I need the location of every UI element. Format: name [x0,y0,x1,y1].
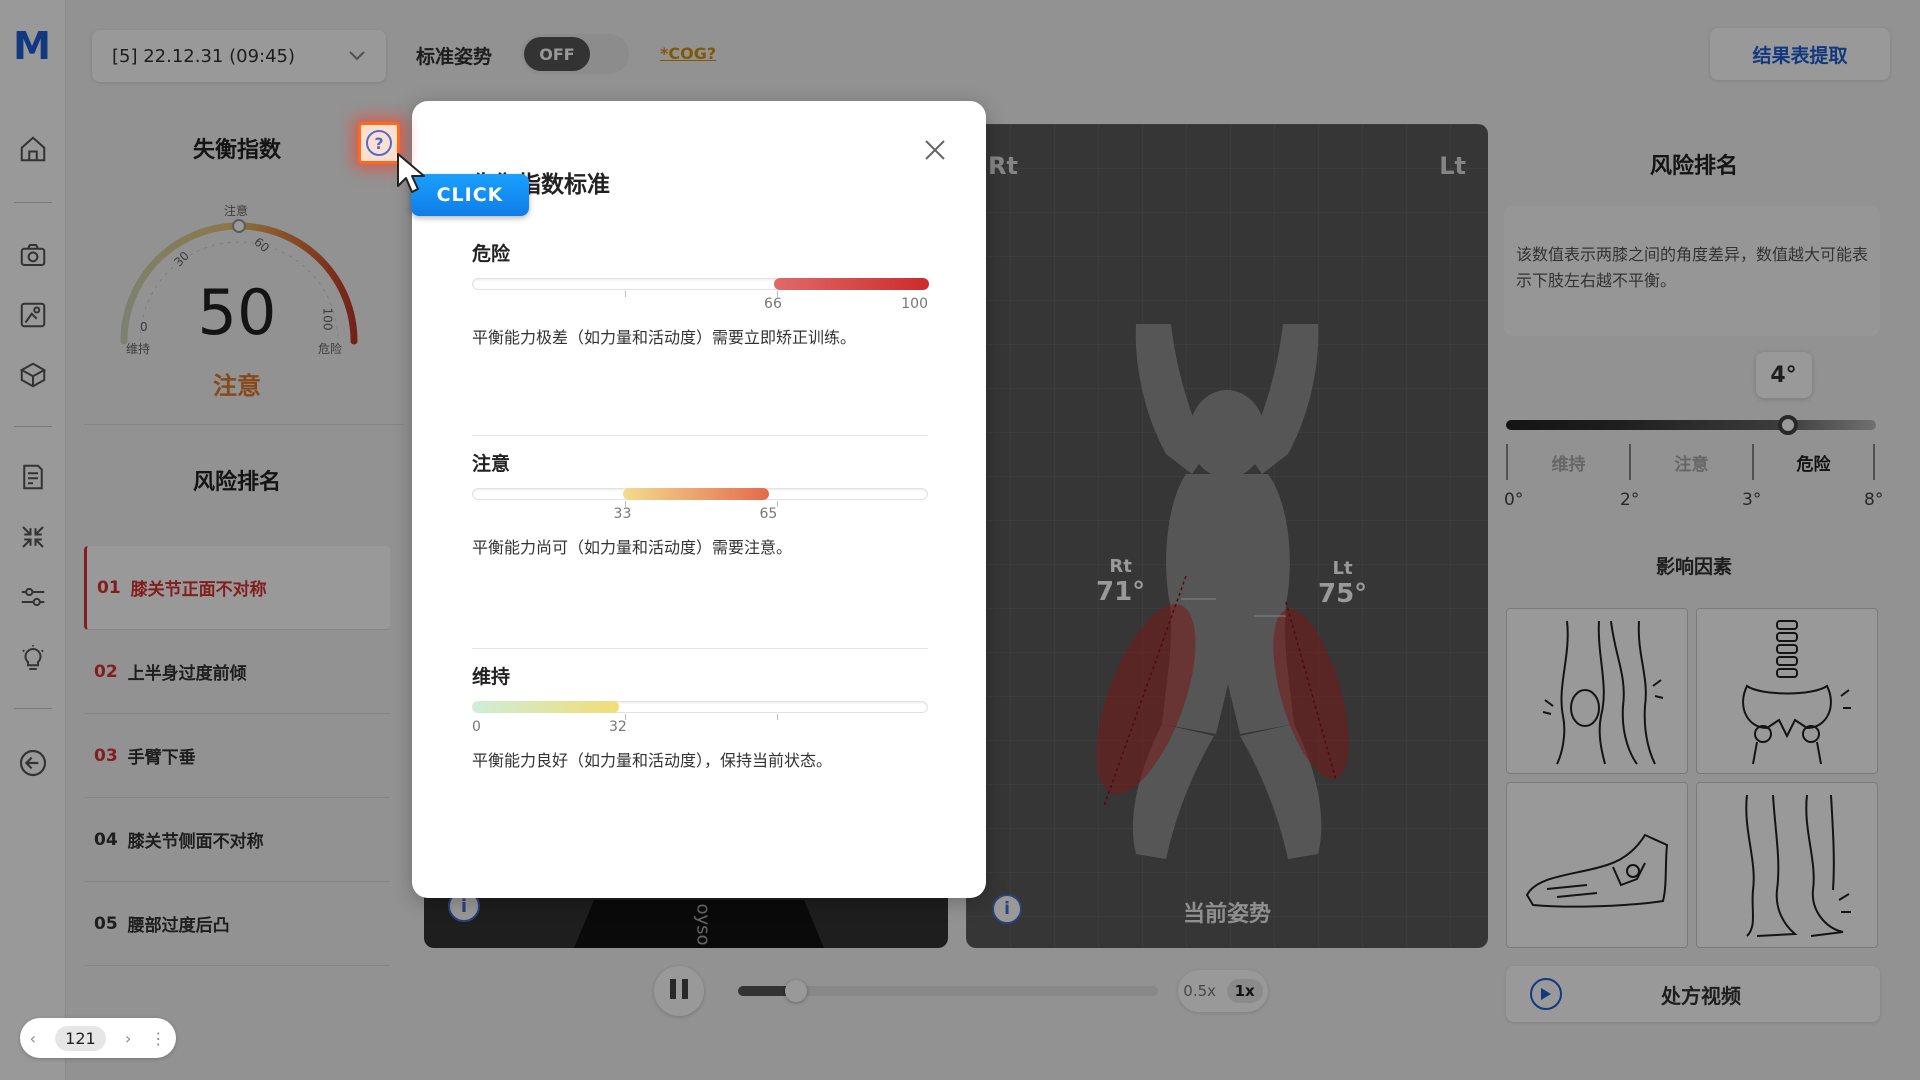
level-maintain-tick-max: 32 [608,719,627,735]
page-number[interactable]: 121 [55,1025,106,1051]
level-danger-name: 危险 [472,243,511,265]
question-icon: ? [366,130,392,156]
level-caution-range [623,488,770,500]
level-caution-bar [472,488,928,507]
level-caution-tick-max: 65 [759,506,778,522]
level-danger-range [773,278,929,290]
level-danger-tick-max: 100 [901,296,928,312]
level-maintain-desc: 平衡能力良好（如力量和活动度），保持当前状态。 [472,751,833,770]
imbalance-criteria-modal: 失衡指数标准 危险 66 100 平衡能力极差（如力量和活动度）需要立即矫正训练… [412,101,986,898]
level-maintain-name: 维持 [472,666,511,688]
level-danger-ticks: 66 100 [472,296,928,318]
level-maintain-tick-min: 0 [472,719,481,735]
more-options-icon[interactable]: ⋮ [150,1029,166,1048]
level-caution-ticks: 33 65 [472,506,928,528]
prev-page-icon[interactable]: ‹ [30,1029,36,1048]
level-caution-desc: 平衡能力尚可（如力量和活动度）需要注意。 [472,538,793,557]
level-caution-name: 注意 [472,453,511,475]
modal-divider [472,648,928,649]
level-danger-tick-min: 66 [764,296,782,312]
level-danger: 危险 66 100 平衡能力极差（如力量和活动度）需要立即矫正训练。 [472,239,929,348]
level-maintain-bar [472,701,928,720]
modal-divider [472,435,928,436]
level-caution-tick-min: 33 [613,506,632,522]
level-maintain: 维持 0 32 平衡能力良好（如力量和活动度），保持当前状态。 [472,662,928,771]
level-caution: 注意 33 65 平衡能力尚可（如力量和活动度）需要注意。 [472,449,928,558]
close-icon[interactable] [920,135,950,165]
next-page-icon[interactable]: › [125,1029,131,1048]
mouse-cursor-icon [397,153,425,193]
level-maintain-range [473,701,619,713]
level-danger-bar [472,278,929,297]
level-danger-desc: 平衡能力极差（如力量和活动度）需要立即矫正训练。 [472,328,857,347]
level-maintain-ticks: 0 32 [472,719,928,741]
page-navigator: ‹ 121 › ⋮ [20,1018,176,1058]
